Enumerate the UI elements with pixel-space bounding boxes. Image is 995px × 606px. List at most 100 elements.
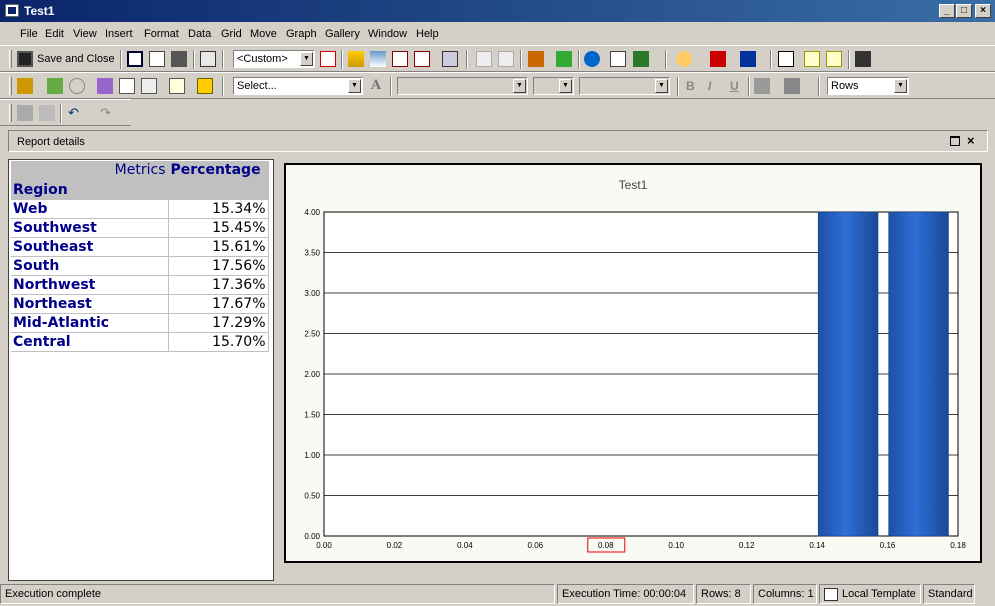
save-icon[interactable] xyxy=(17,51,33,67)
menu-help[interactable]: Help xyxy=(416,28,439,40)
palette-icon[interactable] xyxy=(676,51,692,67)
undo-icon[interactable]: ↶ xyxy=(68,105,79,121)
grid-graph-view-icon[interactable] xyxy=(414,51,430,67)
chart-style-icon[interactable] xyxy=(740,51,756,67)
font-name-combo[interactable]: ▼ xyxy=(397,77,528,95)
x-tick-label: 0.10 xyxy=(668,541,684,550)
add-icon[interactable] xyxy=(584,51,600,67)
menu-window[interactable]: Window xyxy=(368,28,407,40)
notes-icon[interactable] xyxy=(169,78,185,94)
filter-icon[interactable] xyxy=(141,78,157,94)
toolbar-grip[interactable] xyxy=(9,77,12,95)
percentage-cell[interactable]: 15.61% xyxy=(168,237,269,257)
menu-file[interactable]: File xyxy=(20,28,38,40)
restore-panel-icon[interactable] xyxy=(950,136,960,146)
menu-data[interactable]: Data xyxy=(188,28,211,40)
status-mode: Standard xyxy=(923,584,975,604)
pivot-icon[interactable] xyxy=(348,51,364,67)
menu-grid[interactable]: Grid xyxy=(221,28,242,40)
region-cell[interactable]: Mid-Atlantic xyxy=(11,313,169,333)
thresholds-icon[interactable] xyxy=(556,51,572,67)
percentage-cell[interactable]: 15.45% xyxy=(168,218,269,238)
chart-title: Test1 xyxy=(619,178,648,192)
export-icon[interactable] xyxy=(610,51,626,67)
region-cell[interactable]: Northwest xyxy=(11,275,169,295)
font-color-icon[interactable]: A xyxy=(371,78,381,93)
menu-graph[interactable]: Graph xyxy=(286,28,317,40)
banding-icon[interactable] xyxy=(804,51,820,67)
region-cell[interactable]: Southeast xyxy=(11,237,169,257)
drill-icon[interactable] xyxy=(528,51,544,67)
metrics-header[interactable]: Metrics xyxy=(11,161,169,181)
fill-color-icon[interactable] xyxy=(754,78,770,94)
print-icon[interactable] xyxy=(171,51,187,67)
menu-view[interactable]: View xyxy=(73,28,97,40)
save-and-close-button[interactable]: Save and Close xyxy=(37,53,115,65)
region-cell[interactable]: Southwest xyxy=(11,218,169,238)
close-button[interactable]: × xyxy=(975,4,991,18)
region-cell[interactable]: Central xyxy=(11,332,169,352)
formula-icon[interactable] xyxy=(69,78,85,94)
border-color-icon[interactable] xyxy=(784,78,800,94)
toolbar-grip[interactable] xyxy=(9,104,12,122)
menu-format[interactable]: Format xyxy=(144,28,179,40)
percentage-cell[interactable]: 15.70% xyxy=(168,332,269,352)
menu-move[interactable]: Move xyxy=(250,28,277,40)
percentage-cell[interactable]: 15.34% xyxy=(168,199,269,219)
status-exec-time: Execution Time: 00:00:04 xyxy=(557,584,694,604)
open-book-icon[interactable] xyxy=(127,51,143,67)
format-target-combo[interactable]: Select... ▼ xyxy=(233,77,363,95)
chart-type-icon[interactable] xyxy=(710,51,726,67)
menu-gallery[interactable]: Gallery xyxy=(325,28,360,40)
outline-icon[interactable] xyxy=(778,51,794,67)
font-size-combo[interactable]: ▼ xyxy=(533,77,574,95)
redo-icon[interactable]: ↷ xyxy=(100,105,111,121)
region-cell[interactable]: Northeast xyxy=(11,294,169,314)
excel-icon[interactable] xyxy=(633,51,649,67)
italic-icon[interactable]: I xyxy=(708,79,711,93)
status-template[interactable]: Local Template xyxy=(819,584,921,604)
menu-edit[interactable]: Edit xyxy=(45,28,64,40)
underline-icon[interactable]: U xyxy=(730,79,739,93)
properties-icon[interactable] xyxy=(855,51,871,67)
report-objects-icon[interactable] xyxy=(119,78,135,94)
print-preview-icon[interactable] xyxy=(149,51,165,67)
sort-columns-icon[interactable] xyxy=(370,51,386,67)
graph-view-icon[interactable] xyxy=(442,51,458,67)
edit-report-icon[interactable] xyxy=(320,51,336,67)
report-options-icon[interactable] xyxy=(200,51,216,67)
close-panel-icon[interactable]: × xyxy=(967,133,975,148)
number-format-combo[interactable]: ▼ xyxy=(579,77,670,95)
cut-icon[interactable] xyxy=(17,105,33,121)
menu-bar: File Edit View Insert Format Data Grid M… xyxy=(0,24,995,44)
region-header[interactable]: Region xyxy=(11,180,169,200)
grid-view-icon[interactable] xyxy=(392,51,408,67)
region-cell[interactable]: Web xyxy=(11,199,169,219)
toolbar-standard: Save and Close <Custom> ▼ xyxy=(0,45,995,72)
region-cell[interactable]: South xyxy=(11,256,169,276)
percentage-cell[interactable]: 17.67% xyxy=(168,294,269,314)
chart-bar xyxy=(817,211,879,537)
x-tick-label: 0.18 xyxy=(950,541,966,550)
percentage-cell[interactable]: 17.29% xyxy=(168,313,269,333)
rows-combo[interactable]: Rows ▼ xyxy=(827,77,909,95)
autofit-icon[interactable] xyxy=(826,51,842,67)
report-details-header: Report details × xyxy=(8,130,988,152)
sort-ascending-icon[interactable] xyxy=(476,51,492,67)
percentage-cell[interactable]: 17.36% xyxy=(168,275,269,295)
rank-icon[interactable] xyxy=(97,78,113,94)
template-combo[interactable]: <Custom> ▼ xyxy=(233,50,315,68)
x-tick-label: 0.12 xyxy=(739,541,755,550)
copy-icon[interactable] xyxy=(39,105,55,121)
toolbar-grip[interactable] xyxy=(9,50,12,68)
percentage-cell[interactable]: 17.56% xyxy=(168,256,269,276)
bold-icon[interactable]: B xyxy=(686,79,695,93)
maximize-button[interactable]: □ xyxy=(956,4,972,18)
calculation-icon[interactable] xyxy=(47,78,63,94)
metric-header-percentage[interactable]: Percentage xyxy=(168,161,269,181)
prompt-icon[interactable] xyxy=(197,78,213,94)
sort-descending-icon[interactable] xyxy=(498,51,514,67)
minimize-button[interactable]: _ xyxy=(939,4,955,18)
wand-icon[interactable] xyxy=(17,78,33,94)
menu-insert[interactable]: Insert xyxy=(105,28,133,40)
